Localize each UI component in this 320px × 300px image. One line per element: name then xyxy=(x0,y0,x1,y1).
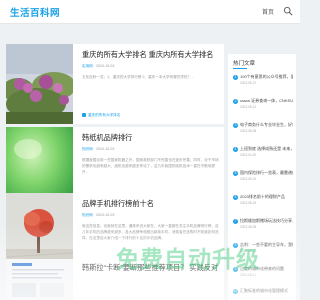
post-date: 2024-10-03 xyxy=(95,147,115,151)
sidebar-item-date: 2023-05-27 xyxy=(240,80,257,85)
rank-badge: 5 xyxy=(233,170,238,176)
sidebar-item-date: 2023-08-29 xyxy=(240,200,257,205)
sidebar-item-title[interactable]: csscs 证券查询一体，CNKSU证券 xyxy=(240,98,293,103)
sidebar-item[interactable]: 6 2023排名前十的理财产品 2023-08-29 xyxy=(233,194,293,205)
sidebar-item-title[interactable]: 上班到底 选择成熟还是 未来，有发展 xyxy=(240,146,293,151)
sidebar-item-title[interactable]: 电子商务什么专业毕业生，好就业 xyxy=(240,122,293,127)
sidebar-item-title[interactable]: 2023排名前十的理财产品 xyxy=(240,194,293,199)
rank-badge: 2 xyxy=(233,98,238,104)
post-tag[interactable]: 重庆的所有大学排名 xyxy=(82,113,120,118)
post-title[interactable]: 韩纸机品牌排行 xyxy=(82,133,220,142)
rank-badge: 10 xyxy=(233,288,238,294)
post-card[interactable]: 重庆的所有大学排名 重庆内所有大学排名 实用网 · 2024-10-03 文化百… xyxy=(6,44,224,124)
rank-badge: 6 xyxy=(233,194,238,200)
rank-badge: 4 xyxy=(233,146,238,152)
sidebar-item[interactable]: 7拉斯维加斯赌场玩法技巧分享，赢钱 2023-08-05 xyxy=(233,218,293,229)
rank-badge: 7 xyxy=(233,218,238,224)
post-meta: 知识网 · 2024-10-03 xyxy=(82,213,115,217)
sidebar-item-date: 2023-05-01 xyxy=(240,176,257,181)
post-title[interactable]: 重庆的所有大学排名 重庆内所有大学排名 xyxy=(82,50,220,59)
search-icon[interactable] xyxy=(283,6,293,16)
sidebar-item-title[interactable]: 汇聚标准的城市化管理模式 xyxy=(240,288,293,293)
tag-icon xyxy=(82,113,86,118)
sidebar-item[interactable]: 5国内保险排行一览表，最靠谱的保险 2023-05-01 xyxy=(233,170,293,181)
sidebar-title-underline xyxy=(233,68,247,69)
post-meta: 实用网 · 2024-10-03 xyxy=(82,64,115,68)
sidebar-item[interactable]: 10 汇聚标准的城市化管理模式 xyxy=(233,288,293,294)
sidebar-item-date: 2023-08-05 xyxy=(240,224,257,229)
nav-home-link[interactable]: 首页 xyxy=(262,7,274,16)
sidebar-item-title[interactable]: 100个有意思的公众号推荐，值得收藏 xyxy=(240,74,293,79)
sidebar-item[interactable]: 4上班到底 选择成熟还是 未来，有发展 2023-04-20 xyxy=(233,146,293,157)
post-tag-label: 重庆的所有大学排名 xyxy=(88,113,121,117)
sidebar-item-date: 2023-04-20 xyxy=(240,152,257,157)
post-thumbnail-flowers[interactable] xyxy=(6,44,73,124)
sidebar-item[interactable]: 3电子商务什么专业毕业生，好就业 2023-08-08 xyxy=(233,122,293,133)
post-thumbnail-document[interactable] xyxy=(6,259,73,300)
post-excerpt: 根据我国目前一些国家机器之外，国家政府部门不完善也在逐步完善；同时，对于市场的需… xyxy=(82,158,219,174)
sidebar-item-date: 2023-05-12 xyxy=(240,104,257,109)
post-meta: 知识网 · 2024-10-03 xyxy=(82,147,115,151)
sidebar-item[interactable]: 2csscs 证券查询一体，CNKSU证券 2023-05-12 xyxy=(233,98,293,109)
post-excerpt: 文化百科一览，1、重庆的大学排行榜 2、重庆一本大学有哪些学校？... xyxy=(82,75,195,79)
sidebar-item-title[interactable]: 拉斯维加斯赌场玩法技巧分享，赢钱 xyxy=(240,218,293,223)
post-title[interactable]: 品牌手机排行榜前十名 xyxy=(82,199,220,208)
site-logo[interactable]: 生活百科网 xyxy=(10,5,60,19)
post-date: 2024-10-03 xyxy=(95,64,115,68)
post-date: 2024-10-03 xyxy=(95,213,115,217)
post-category[interactable]: 知识网 xyxy=(82,147,93,151)
sidebar-item-date: 2023-08-08 xyxy=(240,128,257,133)
top-header: 生活百科网 首页 xyxy=(0,0,300,24)
post-category[interactable]: 实用网 xyxy=(82,64,93,68)
sidebar-item-title[interactable]: 国内保险排行一览表，最靠谱的保险 xyxy=(240,170,293,175)
sidebar-title: 热门文章 xyxy=(233,61,256,67)
post-category[interactable]: 知识网 xyxy=(82,213,93,217)
sidebar-item[interactable]: 1100个有意思的公众号推荐，值得收藏 2023-05-27 xyxy=(233,74,293,85)
promo-banner-text: 免费自动升级 xyxy=(116,246,260,272)
rank-badge: 3 xyxy=(233,122,238,128)
rank-badge: 1 xyxy=(233,74,238,80)
